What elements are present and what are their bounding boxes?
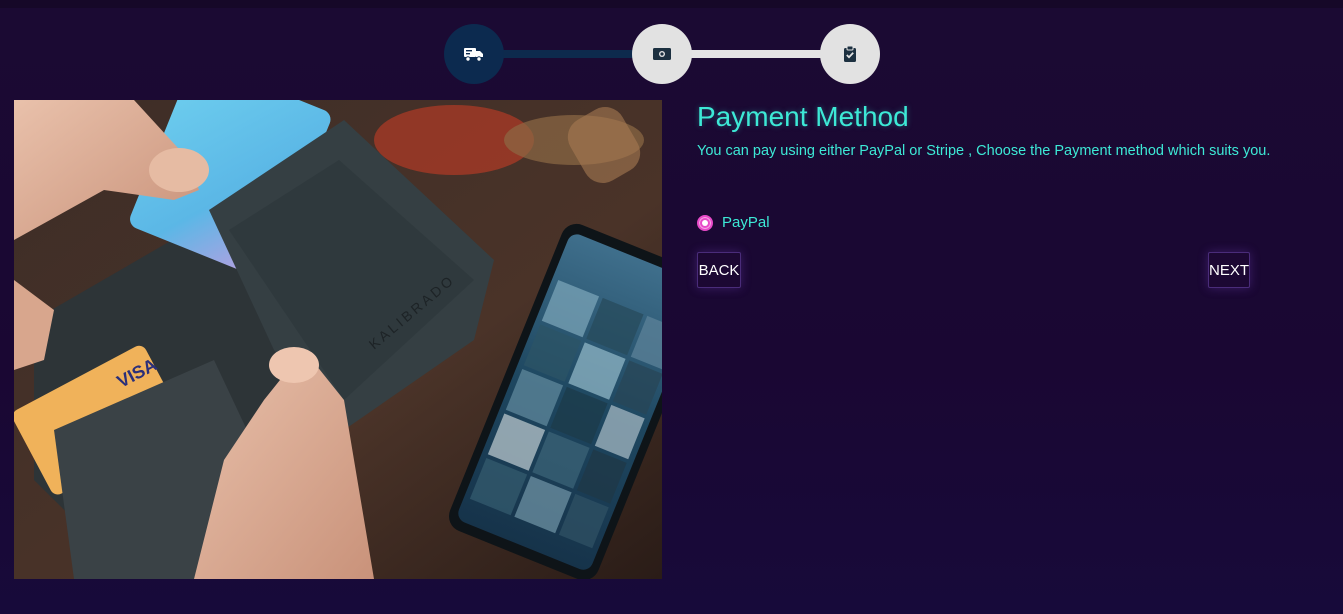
next-button[interactable]: NEXT bbox=[1208, 252, 1250, 288]
step-confirm[interactable] bbox=[820, 24, 880, 84]
page-title: Payment Method bbox=[697, 101, 909, 132]
top-strip bbox=[0, 0, 1343, 8]
back-button[interactable]: BACK bbox=[697, 252, 741, 288]
payment-photo: VISA KALIBRADO bbox=[14, 100, 662, 579]
clipboard-check-icon bbox=[844, 45, 856, 62]
step-payment[interactable] bbox=[632, 24, 692, 84]
checkout-stepper bbox=[444, 24, 880, 84]
payment-description: You can pay using either PayPal or Strip… bbox=[697, 143, 1271, 159]
paypal-radio[interactable] bbox=[697, 214, 713, 231]
truck-icon bbox=[464, 48, 483, 62]
stepper-connector-1 bbox=[484, 50, 654, 58]
stepper-connector-2 bbox=[672, 50, 842, 58]
wallet-image: VISA KALIBRADO bbox=[14, 100, 662, 579]
money-icon bbox=[653, 48, 671, 60]
payment-panel: Payment Method You can pay using either … bbox=[697, 100, 1297, 288]
step-shipping[interactable] bbox=[444, 24, 504, 84]
paypal-label: PayPal bbox=[722, 214, 770, 231]
payment-option-paypal[interactable]: PayPal bbox=[697, 214, 770, 231]
